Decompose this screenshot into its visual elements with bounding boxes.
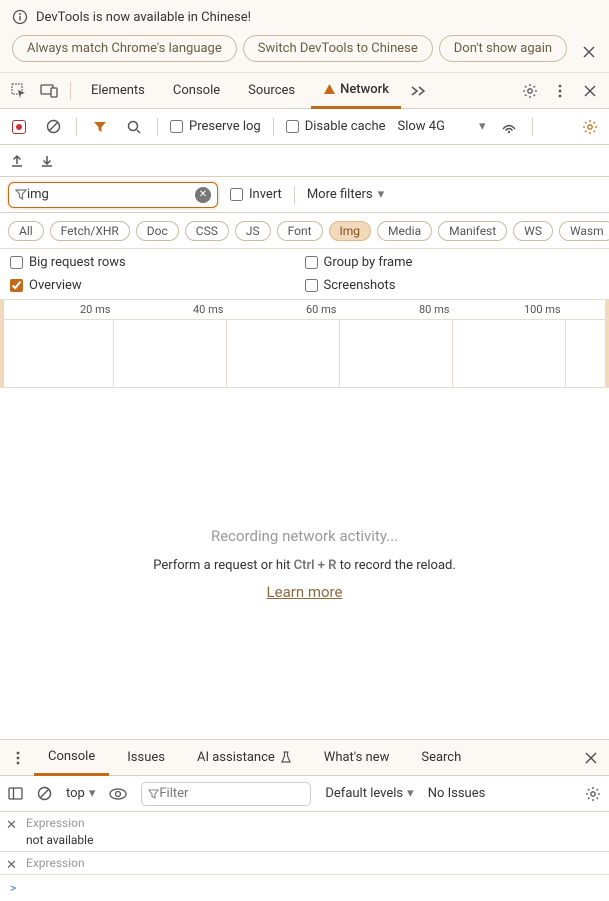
kebab-menu-icon[interactable] bbox=[547, 78, 573, 104]
type-filter-font[interactable]: Font bbox=[277, 221, 323, 241]
match-language-button[interactable]: Always match Chrome's language bbox=[12, 35, 237, 62]
context-selector[interactable]: top▾ bbox=[66, 786, 95, 801]
separator bbox=[157, 118, 158, 136]
close-infobar-icon[interactable] bbox=[579, 42, 599, 62]
timeline-tick: 40 ms bbox=[193, 303, 223, 316]
tab-console[interactable]: Console bbox=[161, 73, 232, 109]
big-rows-checkbox[interactable]: Big request rows bbox=[10, 255, 305, 270]
tab-network[interactable]: Network bbox=[311, 73, 401, 109]
type-filter-manifest[interactable]: Manifest bbox=[438, 221, 507, 241]
close-drawer-icon[interactable] bbox=[579, 746, 603, 770]
info-icon bbox=[12, 9, 28, 25]
drawer-tab-search[interactable]: Search bbox=[407, 740, 475, 776]
switch-chinese-button[interactable]: Switch DevTools to Chinese bbox=[243, 35, 433, 62]
throttling-select[interactable]: Slow 4G▾ bbox=[398, 119, 486, 134]
console-settings-icon[interactable] bbox=[585, 786, 601, 802]
console-filter-input[interactable] bbox=[159, 786, 325, 801]
tab-sources[interactable]: Sources bbox=[236, 73, 307, 109]
hint-text: Perform a request or hit Ctrl + R to rec… bbox=[153, 555, 456, 573]
timeline-tick: 80 ms bbox=[419, 303, 449, 316]
close-devtools-icon[interactable] bbox=[577, 78, 603, 104]
learn-more-link[interactable]: Learn more bbox=[267, 583, 343, 601]
type-filter-fetch-xhr[interactable]: Fetch/XHR bbox=[50, 221, 130, 241]
expression-placeholder[interactable]: Expression bbox=[26, 856, 601, 870]
type-filter-css[interactable]: CSS bbox=[185, 221, 229, 241]
export-har-icon[interactable] bbox=[10, 154, 24, 168]
no-issues-text: No Issues bbox=[428, 786, 486, 801]
network-settings-icon[interactable] bbox=[579, 116, 601, 138]
resource-type-filter: All Fetch/XHR Doc CSS JS Font ImgMedia Manifest… bbox=[0, 213, 609, 249]
chevron-down-icon: ▾ bbox=[378, 187, 385, 202]
expression-value: not available bbox=[26, 833, 601, 847]
separator bbox=[70, 82, 71, 100]
drawer-tab-whatsnew[interactable]: What's new bbox=[310, 740, 404, 776]
settings-gear-icon[interactable] bbox=[517, 78, 543, 104]
chevron-down-icon: ▾ bbox=[407, 786, 414, 801]
timeline-tick: 60 ms bbox=[306, 303, 336, 316]
filter-input-container: ✕ bbox=[8, 182, 218, 208]
drawer-tab-issues[interactable]: Issues bbox=[113, 740, 179, 776]
network-conditions-icon[interactable] bbox=[498, 116, 520, 138]
live-expression-icon[interactable] bbox=[109, 788, 127, 800]
dont-show-button[interactable]: Don't show again bbox=[439, 35, 567, 62]
type-filter-img[interactable]: Img bbox=[329, 221, 372, 241]
more-tabs-icon[interactable] bbox=[405, 78, 431, 104]
console-prompt[interactable]: > bbox=[0, 875, 609, 901]
console-filter-container bbox=[141, 782, 311, 806]
drawer-tab-console[interactable]: Console bbox=[34, 740, 109, 776]
type-filter-doc[interactable]: Doc bbox=[136, 221, 179, 241]
type-filter-ws[interactable]: WS bbox=[513, 221, 553, 241]
import-har-icon[interactable] bbox=[40, 154, 54, 168]
separator bbox=[532, 118, 533, 136]
search-icon[interactable] bbox=[123, 116, 145, 138]
chevron-down-icon: ▾ bbox=[89, 786, 96, 801]
clear-icon[interactable] bbox=[42, 116, 64, 138]
log-levels-dropdown[interactable]: Default levels▾ bbox=[325, 786, 413, 801]
preserve-log-checkbox[interactable]: Preserve log bbox=[170, 119, 261, 134]
filter-funnel-icon bbox=[148, 789, 159, 799]
tab-elements[interactable]: Elements bbox=[79, 73, 157, 109]
console-sidebar-toggle-icon[interactable] bbox=[8, 787, 23, 800]
disable-cache-checkbox[interactable]: Disable cache bbox=[286, 119, 386, 134]
more-filters-dropdown[interactable]: More filters▾ bbox=[307, 187, 384, 202]
filter-input[interactable] bbox=[27, 187, 195, 202]
filter-toggle-icon[interactable] bbox=[89, 116, 111, 138]
warning-icon bbox=[323, 83, 336, 96]
live-expression-row: ✕ Expression bbox=[0, 852, 609, 875]
timeline-tick: 100 ms bbox=[524, 303, 561, 316]
flask-icon bbox=[280, 751, 292, 764]
record-button[interactable] bbox=[8, 116, 30, 138]
info-title: DevTools is now available in Chinese! bbox=[36, 10, 251, 25]
live-expression-row: ✕ Expression not available bbox=[0, 812, 609, 852]
remove-expression-icon[interactable]: ✕ bbox=[6, 858, 17, 873]
type-filter-js[interactable]: JS bbox=[235, 221, 271, 241]
inspect-icon[interactable] bbox=[6, 78, 32, 104]
type-filter-wasm[interactable]: Wasm bbox=[559, 221, 609, 241]
screenshots-checkbox[interactable]: Screenshots bbox=[305, 278, 600, 293]
empty-network-message: Recording network activity... Perform a … bbox=[0, 388, 609, 739]
separator bbox=[76, 118, 77, 136]
timeline-overview[interactable]: 20 ms 40 ms 60 ms 80 ms 100 ms bbox=[0, 300, 609, 388]
group-frame-checkbox[interactable]: Group by frame bbox=[305, 255, 600, 270]
chevron-down-icon: ▾ bbox=[479, 119, 486, 134]
drawer-tab-ai[interactable]: AI assistance bbox=[183, 740, 306, 776]
timeline-tick: 20 ms bbox=[80, 303, 110, 316]
clear-console-icon[interactable] bbox=[37, 786, 52, 801]
invert-checkbox[interactable]: Invert bbox=[230, 187, 282, 202]
type-filter-all[interactable]: All bbox=[8, 221, 44, 241]
filter-funnel-icon bbox=[15, 189, 27, 200]
clear-filter-icon[interactable]: ✕ bbox=[195, 187, 211, 203]
drawer-kebab-icon[interactable] bbox=[6, 746, 30, 770]
overview-checkbox[interactable]: Overview bbox=[10, 278, 305, 293]
expression-placeholder[interactable]: Expression bbox=[26, 816, 601, 830]
device-toggle-icon[interactable] bbox=[36, 78, 62, 104]
recording-text: Recording network activity... bbox=[211, 527, 398, 545]
separator bbox=[294, 186, 295, 204]
type-filter-media[interactable]: Media bbox=[377, 221, 432, 241]
remove-expression-icon[interactable]: ✕ bbox=[6, 818, 17, 833]
separator bbox=[273, 118, 274, 136]
